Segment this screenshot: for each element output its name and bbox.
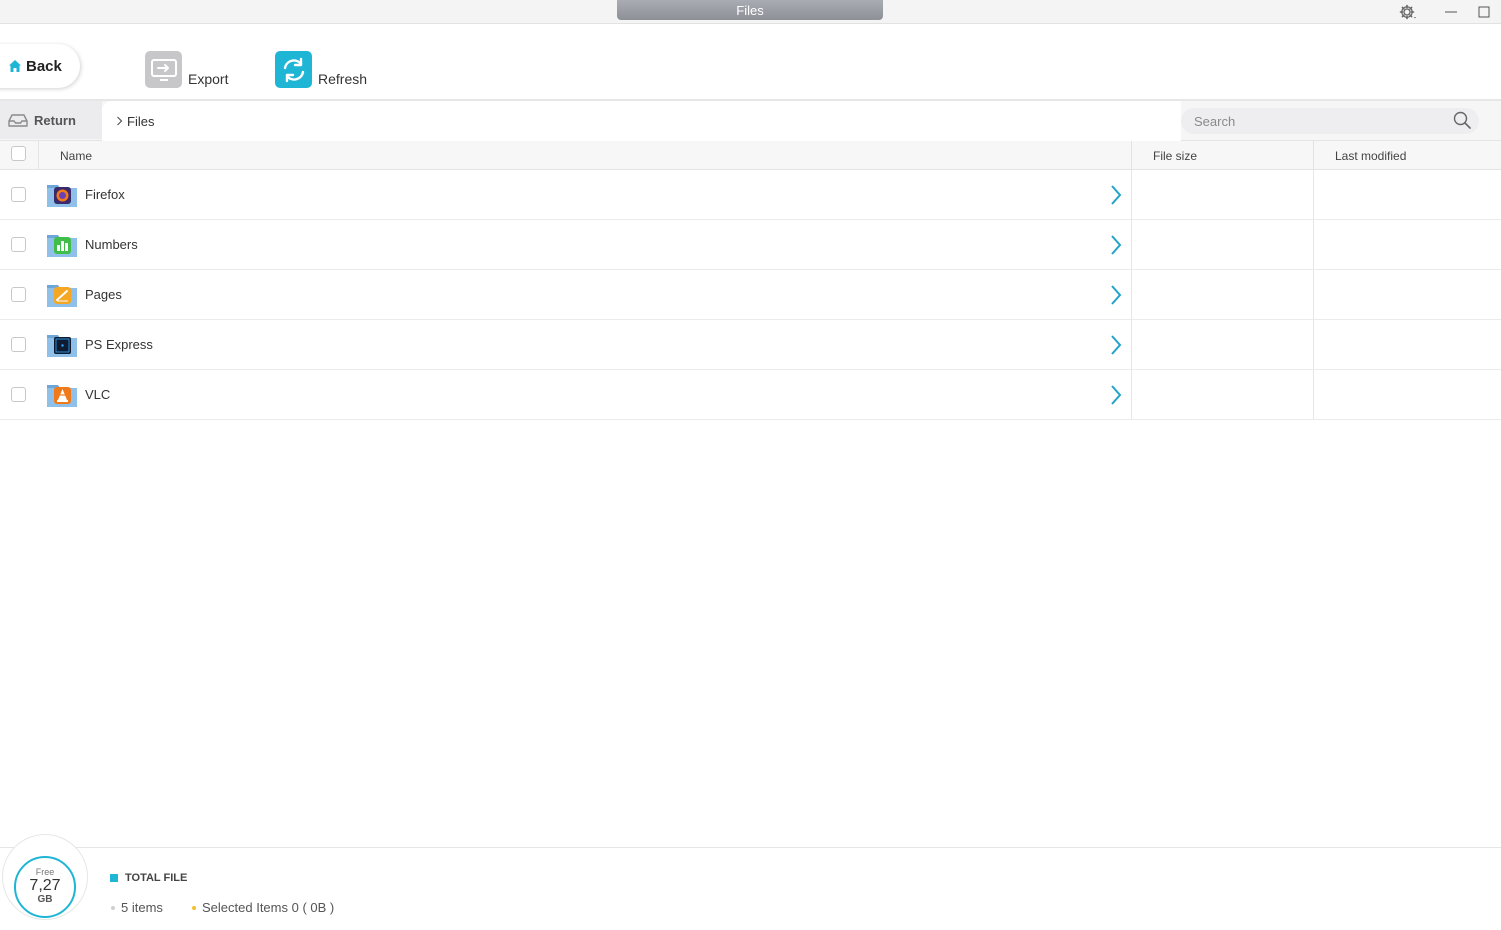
chevron-right-icon[interactable] [1110, 234, 1122, 259]
ps-express-app-icon [47, 332, 77, 358]
vlc-app-icon [47, 382, 77, 408]
row-name: Numbers [85, 237, 138, 252]
free-label: Free [35, 867, 55, 877]
inbox-tray-icon [8, 112, 28, 128]
chevron-right-icon[interactable] [1110, 284, 1122, 309]
gear-icon[interactable] [1397, 2, 1419, 22]
row-checkbox[interactable] [11, 387, 26, 402]
status-footer: Free 7,27 GB TOTAL FILE 5 items Selected… [0, 834, 1501, 930]
refresh-icon [275, 51, 312, 88]
pages-app-icon [47, 282, 77, 308]
back-label: Back [26, 57, 62, 75]
table-row[interactable]: VLC [0, 370, 1501, 420]
row-checkbox[interactable] [11, 337, 26, 352]
export-icon [145, 51, 182, 88]
maximize-icon[interactable] [1473, 2, 1495, 22]
selected-items: Selected Items 0 ( 0B ) [192, 900, 334, 915]
breadcrumb: Files [102, 101, 1181, 141]
storage-indicator: Free 7,27 GB [2, 834, 88, 920]
free-value: 7,27 [29, 877, 61, 894]
select-all-checkbox[interactable] [11, 141, 26, 170]
row-name: PS Express [85, 337, 153, 352]
total-file-legend: TOTAL FILE [110, 872, 187, 884]
items-count: 5 items [111, 900, 163, 915]
home-icon [8, 59, 22, 73]
table-header: Name File size Last modified [0, 141, 1501, 170]
title-bar: Files [0, 0, 1501, 24]
row-checkbox[interactable] [11, 237, 26, 252]
chevron-right-icon [116, 114, 123, 129]
legend-swatch [110, 874, 118, 882]
table-row[interactable]: Numbers [0, 220, 1501, 270]
search-input[interactable] [1194, 113, 1453, 129]
chevron-right-icon[interactable] [1110, 334, 1122, 359]
row-checkbox[interactable] [11, 187, 26, 202]
export-button[interactable]: Export [145, 48, 228, 88]
free-space-gauge: Free 7,27 GB [14, 856, 76, 918]
breadcrumb-bar: Return Files [0, 101, 1501, 141]
free-unit: GB [37, 894, 53, 905]
search-box[interactable] [1181, 108, 1479, 134]
selected-text: Selected Items 0 ( 0B ) [202, 900, 335, 915]
numbers-app-icon [47, 232, 77, 258]
file-list: Firefox Numbers Pages PS Express VLC [0, 170, 1501, 420]
table-row[interactable]: Pages [0, 270, 1501, 320]
return-button[interactable]: Return [0, 101, 102, 139]
total-file-label: TOTAL FILE [125, 872, 188, 884]
minimize-icon[interactable] [1440, 2, 1462, 22]
column-header-last-modified[interactable]: Last modified [1335, 141, 1406, 170]
export-label: Export [188, 71, 229, 87]
firefox-app-icon [47, 182, 77, 208]
back-button[interactable]: Back [0, 44, 80, 88]
table-row[interactable]: PS Express [0, 320, 1501, 370]
toolbar: Back Export Refresh [0, 24, 1501, 101]
chevron-right-icon[interactable] [1110, 184, 1122, 209]
table-row[interactable]: Firefox [0, 170, 1501, 220]
column-header-name[interactable]: Name [60, 141, 92, 170]
refresh-label: Refresh [318, 71, 368, 87]
row-checkbox[interactable] [11, 287, 26, 302]
yellow-dot-icon [192, 905, 196, 910]
chevron-right-icon[interactable] [1110, 384, 1122, 409]
row-name: VLC [85, 387, 111, 402]
items-text: 5 items [121, 900, 163, 915]
column-header-file-size[interactable]: File size [1153, 141, 1197, 170]
breadcrumb-item-files[interactable]: Files [127, 114, 154, 129]
refresh-button[interactable]: Refresh [275, 48, 367, 88]
search-icon[interactable] [1453, 111, 1471, 132]
return-label: Return [34, 112, 76, 128]
window-title: Files [617, 0, 883, 20]
gray-dot-icon [111, 905, 115, 910]
row-name: Firefox [85, 187, 125, 202]
row-name: Pages [85, 287, 122, 302]
